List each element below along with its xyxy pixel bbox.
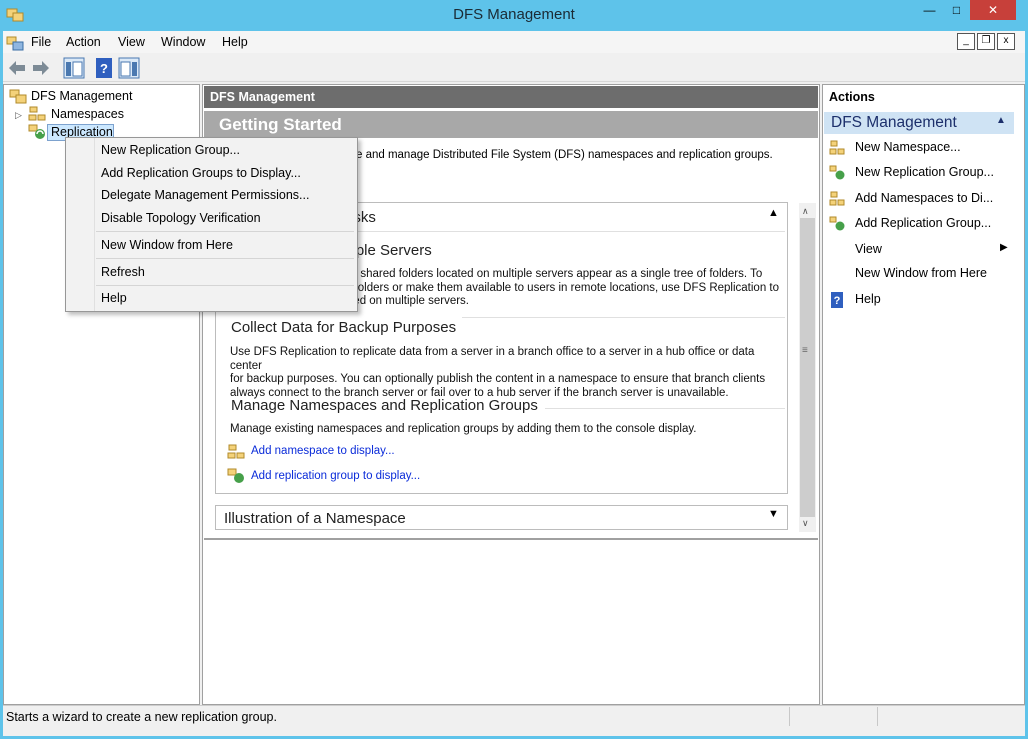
menu-view[interactable]: View [118,35,145,49]
ctx-delegate-permissions[interactable]: Delegate Management Permissions... [101,188,309,202]
context-menu-separator [96,258,354,259]
menu-file[interactable]: File [31,35,51,49]
submenu-arrow-icon[interactable]: ▶ [1000,242,1008,253]
context-menu-separator [96,231,354,232]
forward-arrow-icon[interactable] [30,57,52,79]
mdi-minimize-button[interactable]: _ [957,33,975,50]
add-namespaces-icon [829,191,845,206]
scrollbar-thumb[interactable] [800,218,815,517]
ctx-help[interactable]: Help [101,291,127,305]
actions-section-label: DFS Management [831,114,957,131]
action-new-replication-group[interactable]: New Replication Group... [855,165,994,179]
action-new-window[interactable]: New Window from Here [855,266,987,280]
console-icon[interactable] [6,35,24,51]
section-title-manage: Manage Namespaces and Replication Groups [231,397,538,414]
expand-chevron-icon[interactable]: ▷ [15,110,22,121]
help-icon: ? [831,292,843,308]
section-text-multiple-servers: ke shared folders located on multiple se… [345,268,780,307]
ctx-disable-topology-verification[interactable]: Disable Topology Verification [101,211,261,225]
ctx-add-replication-groups[interactable]: Add Replication Groups to Display... [101,166,301,180]
svg-text:?: ? [834,295,841,307]
menu-help[interactable]: Help [222,35,248,49]
section-title-backup: Collect Data for Backup Purposes [231,319,457,336]
help-icon[interactable]: ? [93,57,115,79]
mdi-close-button[interactable]: x [997,33,1015,50]
status-divider [789,707,790,726]
divider [462,317,785,318]
section-text-backup: Use DFS Replication to replicate data fr… [230,346,766,399]
scroll-grip-icon[interactable]: ≡ [802,345,808,356]
show-hide-action-pane-icon[interactable] [118,57,140,79]
tree-item-namespaces[interactable]: Namespaces [51,107,124,121]
expand-down-icon[interactable]: ▼ [768,508,779,520]
add-namespace-link[interactable]: Add namespace to display... [251,445,395,457]
replication-icon [28,124,45,139]
menu-bar [3,31,1025,53]
action-add-replication-group[interactable]: Add Replication Group... [855,216,991,230]
ctx-new-replication-group[interactable]: New Replication Group... [101,143,240,157]
dfs-management-icon [9,89,27,104]
toolbar [3,53,1025,82]
illustration-title: Illustration of a Namespace [224,510,406,527]
menu-window[interactable]: Window [161,35,205,49]
context-menu-gutter [94,138,95,311]
add-replication-group-icon [829,216,845,231]
svg-text:?: ? [100,61,108,76]
action-view[interactable]: View [855,242,882,256]
collapse-up-icon[interactable]: ▲ [768,207,779,219]
action-help[interactable]: Help [855,292,881,306]
minimize-button[interactable]: — [916,0,943,20]
action-add-namespaces[interactable]: Add Namespaces to Di... [855,191,993,205]
add-namespace-icon [227,444,245,459]
getting-started-banner: Getting Started [204,111,818,138]
new-replication-group-icon [829,165,845,180]
ctx-new-window[interactable]: New Window from Here [101,238,233,252]
status-text: Starts a wizard to create a new replicat… [6,710,277,724]
section-text-manage: Manage existing namespaces and replicati… [230,423,697,435]
tree-item-dfs-management[interactable]: DFS Management [31,89,132,103]
window-title: DFS Management [453,6,575,23]
context-menu-separator [96,285,354,286]
scroll-up-icon[interactable]: ∧ [802,206,809,217]
maximize-button[interactable]: □ [943,0,970,20]
intro-text: eate and manage Distributed File System … [340,149,773,161]
divider [545,408,785,409]
divider [204,538,818,540]
new-namespace-icon [829,140,845,155]
show-hide-tree-icon[interactable] [63,57,85,79]
scroll-down-icon[interactable]: ∨ [802,518,809,529]
ctx-refresh[interactable]: Refresh [101,265,145,279]
namespaces-icon [28,106,46,121]
center-pane-header: DFS Management [204,86,818,108]
close-button[interactable]: ✕ [970,0,1016,20]
action-new-namespace[interactable]: New Namespace... [855,140,961,154]
mdi-restore-button[interactable]: ❐ [977,33,995,50]
section-title-multiple-servers: ltiple Servers [345,242,432,259]
status-divider [877,707,878,726]
collapse-up-icon[interactable]: ▲ [996,115,1006,126]
add-replication-group-link[interactable]: Add replication group to display... [251,470,420,482]
actions-title: Actions [829,90,875,104]
add-replication-group-icon [227,468,244,483]
back-arrow-icon[interactable] [6,57,28,79]
menu-action[interactable]: Action [66,35,101,49]
